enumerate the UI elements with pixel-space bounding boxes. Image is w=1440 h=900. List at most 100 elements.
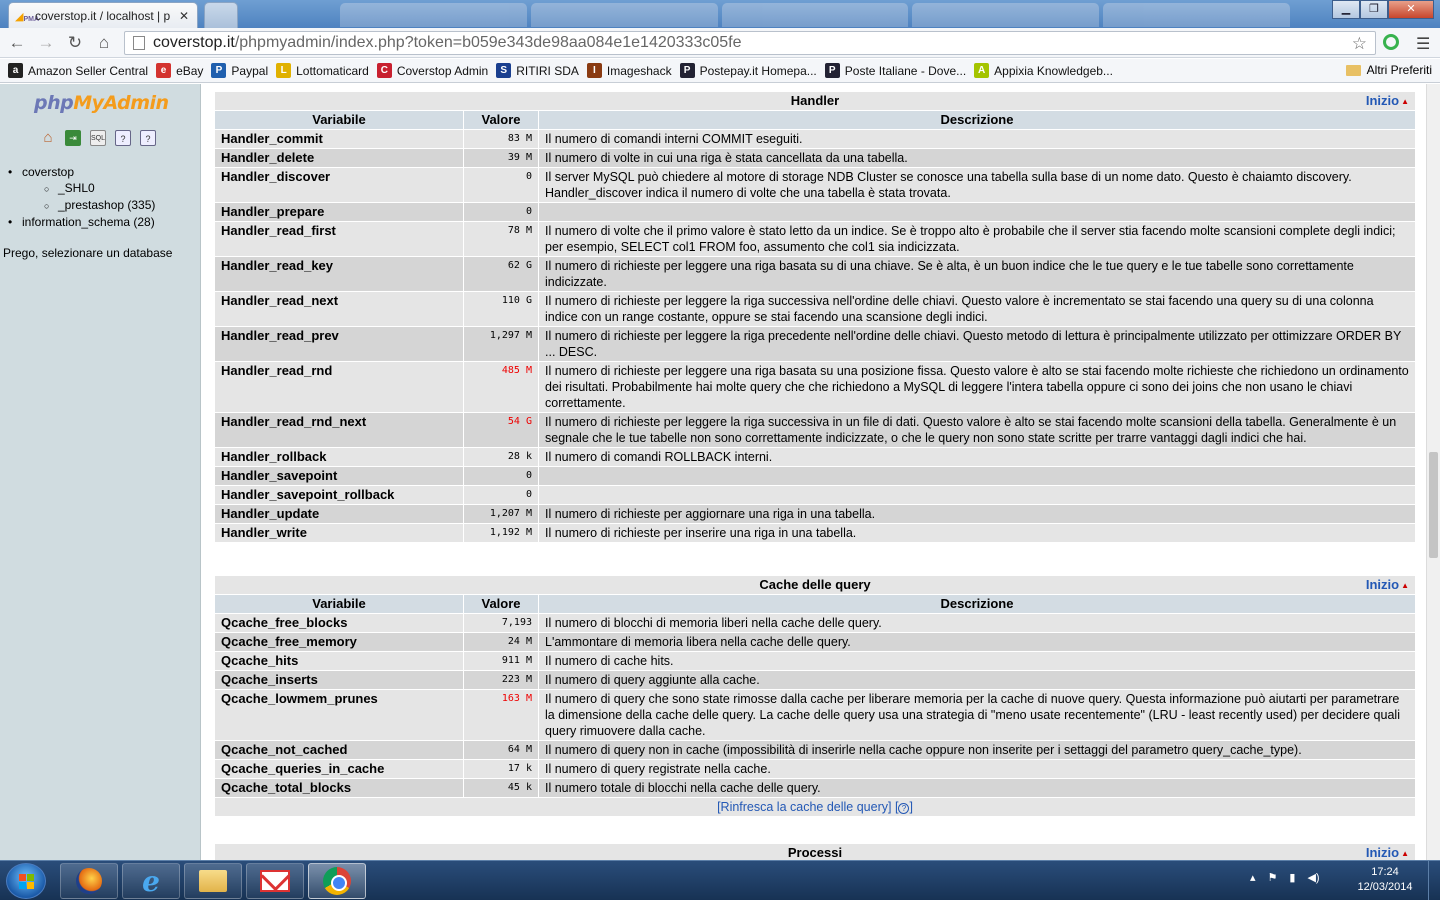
- pma-favicon-icon: ◢ PMA: [15, 10, 40, 23]
- bookmark-item[interactable]: e eBay: [156, 63, 203, 78]
- column-header-valore[interactable]: Valore: [464, 111, 538, 129]
- variable-description: L'ammontare di memoria libera nella cach…: [539, 633, 1415, 651]
- variable-description: [539, 203, 1415, 221]
- bookmark-label: eBay: [176, 63, 204, 78]
- show-desktop-button[interactable]: [1428, 861, 1440, 900]
- variable-name: Handler_rollback: [215, 448, 463, 466]
- bullet-icon: •: [8, 165, 13, 179]
- subdatabase-name[interactable]: _SHL0: [58, 181, 95, 195]
- close-window-icon[interactable]: ✕: [1388, 0, 1434, 19]
- address-bar[interactable]: coverstop.it/phpmyadmin/index.php?token=…: [124, 31, 1376, 55]
- background-tab[interactable]: [530, 3, 718, 27]
- variable-name: Qcache_lowmem_prunes: [215, 690, 463, 740]
- bookmark-item[interactable]: C Coverstop Admin: [376, 63, 488, 78]
- subdatabase-item[interactable]: ○ _prestashop (335): [8, 197, 155, 214]
- mysql-docs-icon[interactable]: ?: [140, 130, 156, 146]
- refresh-cache-link[interactable]: [Rinfresca la cache delle query]: [717, 800, 891, 814]
- column-header-descrizione[interactable]: Descrizione: [539, 595, 1415, 613]
- start-button[interactable]: [6, 863, 46, 899]
- table-row: Handler_savepoint 0: [215, 467, 1415, 485]
- database-name[interactable]: coverstop: [22, 165, 74, 179]
- database-item[interactable]: • information_schema (28): [8, 214, 155, 230]
- variable-name: Handler_read_rnd_next: [215, 413, 463, 447]
- column-header-descrizione[interactable]: Descrizione: [539, 111, 1415, 129]
- scrollbar-thumb[interactable]: [1429, 452, 1438, 558]
- page-icon: [133, 36, 145, 50]
- home-icon[interactable]: ⌂: [93, 32, 115, 54]
- database-item[interactable]: • coverstop: [8, 164, 155, 180]
- phpmyadmin-logo[interactable]: phpMyAdmin: [34, 92, 169, 114]
- bookmark-item[interactable]: A Appixia Knowledgeb...: [974, 63, 1113, 78]
- other-bookmarks[interactable]: Altri Preferiti: [1345, 63, 1432, 77]
- inizio-link[interactable]: Inizio ▲: [1366, 845, 1409, 860]
- bookmarks-bar: a Amazon Seller Central e eBay P Paypal L Lotto…: [0, 59, 1440, 83]
- browser-toolbar: ← → ↻ ⌂ coverstop.it/phpmyadmin/index.ph…: [0, 28, 1440, 58]
- inizio-link[interactable]: Inizio ▲: [1366, 577, 1409, 594]
- subdatabase-name[interactable]: _prestashop (335): [58, 198, 155, 212]
- taskbar-explorer[interactable]: [184, 863, 242, 899]
- table-row: Qcache_queries_in_cache 17 k Il numero di …: [215, 760, 1415, 778]
- sql-query-icon[interactable]: SQL: [90, 130, 106, 146]
- tab-close-icon[interactable]: ✕: [177, 9, 191, 23]
- documentation-icon[interactable]: ?: [115, 130, 131, 146]
- action-center-flag-icon[interactable]: ⚑: [1268, 871, 1278, 884]
- taskbar-firefox[interactable]: [60, 863, 118, 899]
- bookmark-item[interactable]: I Imageshack: [586, 63, 672, 78]
- variable-value: 28 k: [464, 448, 538, 466]
- taskbar-internet-explorer[interactable]: e: [122, 863, 180, 899]
- tray-expand-icon[interactable]: ▴: [1250, 871, 1256, 884]
- table-caption: Cache delle query Inizio ▲: [215, 576, 1415, 594]
- taskbar-mail[interactable]: [246, 863, 304, 899]
- network-icon[interactable]: ▮: [1289, 871, 1295, 884]
- background-tab[interactable]: [1103, 3, 1290, 27]
- database-tree: • coverstop ○ _SHL0 ○ _prestashop (335) • infor…: [8, 164, 155, 230]
- variable-name: Handler_discover: [215, 168, 463, 202]
- clock[interactable]: 17:24 12/03/2014: [1348, 865, 1422, 895]
- maximize-icon[interactable]: ❐: [1360, 0, 1388, 19]
- bookmark-item[interactable]: S RITIRI SDA: [496, 63, 579, 78]
- new-tab-button[interactable]: [204, 2, 238, 28]
- logout-icon[interactable]: ⇥: [65, 130, 81, 146]
- column-header-variabile[interactable]: Variabile: [215, 595, 463, 613]
- volume-icon[interactable]: ◀): [1307, 871, 1319, 884]
- column-header-variabile[interactable]: Variabile: [215, 111, 463, 129]
- help-icon[interactable]: ?: [898, 803, 910, 814]
- bookmark-star-icon[interactable]: ☆: [1352, 34, 1367, 54]
- folder-icon: [1345, 64, 1361, 76]
- variable-description: Il numero di query aggiunte alla cache.: [539, 671, 1415, 689]
- column-header-valore[interactable]: Valore: [464, 595, 538, 613]
- table-row: Qcache_free_blocks 7,193 Il numero di bloc…: [215, 614, 1415, 632]
- background-tab[interactable]: [912, 3, 1100, 27]
- bookmark-item[interactable]: P Paypal: [211, 63, 268, 78]
- extension-icon[interactable]: [1383, 34, 1399, 50]
- query-cache-table: Cache delle query Inizio ▲ Variabile Valo…: [214, 575, 1416, 817]
- back-arrow-icon[interactable]: ←: [6, 32, 28, 54]
- system-tray: ▴ ⚑ ▮ ◀): [1250, 871, 1320, 884]
- reload-icon[interactable]: ↻: [64, 32, 86, 54]
- minimize-icon[interactable]: ▁: [1332, 0, 1360, 19]
- bookmark-item[interactable]: L Lottomaticard: [276, 63, 369, 78]
- taskbar-chrome[interactable]: [308, 863, 366, 899]
- forward-arrow-icon[interactable]: →: [35, 32, 57, 54]
- bookmark-label: RITIRI SDA: [516, 63, 579, 78]
- refresh-cell: [Rinfresca la cache delle query] [?]: [215, 798, 1415, 816]
- background-tab[interactable]: [340, 3, 527, 27]
- menu-icon[interactable]: ☰: [1416, 34, 1430, 54]
- variable-name: Qcache_not_cached: [215, 741, 463, 759]
- bookmark-item[interactable]: P Postepay.it Homepa...: [679, 63, 817, 78]
- home-icon[interactable]: ⌂: [40, 130, 56, 146]
- bookmark-favicon-icon: S: [496, 63, 512, 78]
- bookmark-item[interactable]: P Poste Italiane - Dove...: [824, 63, 966, 78]
- variable-name: Qcache_free_memory: [215, 633, 463, 651]
- subdatabase-item[interactable]: ○ _SHL0: [8, 180, 155, 197]
- main-scrollbar[interactable]: [1426, 84, 1440, 860]
- background-tab[interactable]: [721, 3, 909, 27]
- inizio-link[interactable]: Inizio ▲: [1366, 93, 1409, 110]
- database-name[interactable]: information_schema (28): [22, 215, 155, 229]
- variable-description: Il numero di richieste per aggiornare un…: [539, 505, 1415, 523]
- tab-active[interactable]: ◢ PMA coverstop.it / localhost | p ✕: [8, 2, 198, 28]
- bookmark-item[interactable]: a Amazon Seller Central: [8, 63, 148, 78]
- table-row: Handler_read_rnd 485 M Il numero di richie…: [215, 362, 1415, 412]
- table-caption: Processi Inizio ▲: [215, 844, 1415, 860]
- variable-description: Il numero di volte in cui una riga è sta…: [539, 149, 1415, 167]
